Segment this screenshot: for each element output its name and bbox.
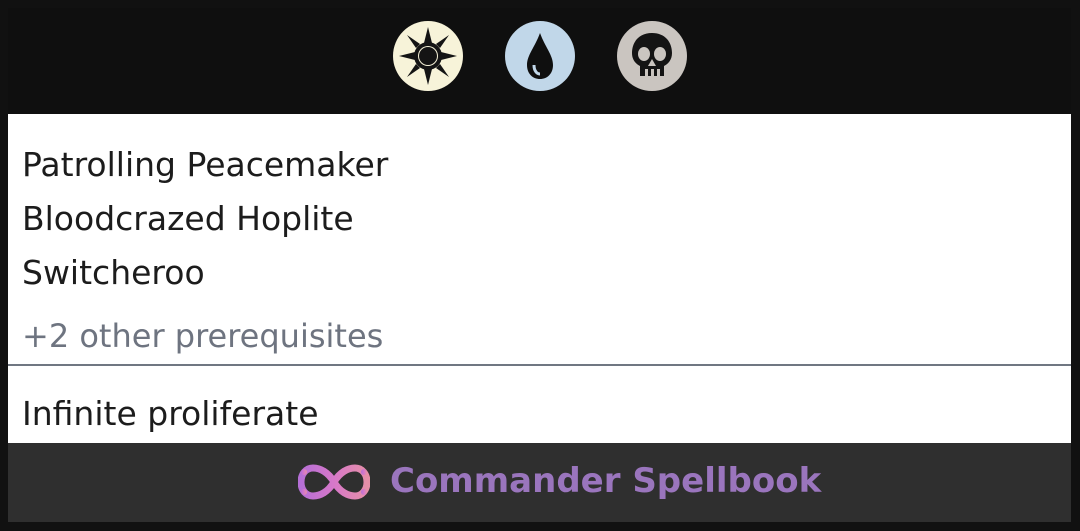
footer: Commander Spellbook bbox=[8, 443, 1071, 522]
card-name-2[interactable]: Bloodcrazed Hoplite bbox=[22, 199, 354, 239]
other-prerequisites: +2 other prerequisites bbox=[22, 317, 384, 355]
card-name-3[interactable]: Switcheroo bbox=[22, 253, 205, 293]
brand-name[interactable]: Commander Spellbook bbox=[390, 460, 821, 502]
combo-card[interactable]: Patrolling Peacemaker Bloodcrazed Hoplit… bbox=[8, 8, 1071, 522]
infinity-icon bbox=[297, 462, 371, 502]
color-identity-header bbox=[8, 8, 1071, 114]
white-mana-icon bbox=[393, 21, 463, 91]
divider bbox=[8, 364, 1071, 366]
black-mana-icon bbox=[617, 21, 687, 91]
card-name-1[interactable]: Patrolling Peacemaker bbox=[22, 145, 388, 185]
blue-mana-icon bbox=[505, 21, 575, 91]
combo-result: Infinite proliferate bbox=[22, 394, 319, 433]
